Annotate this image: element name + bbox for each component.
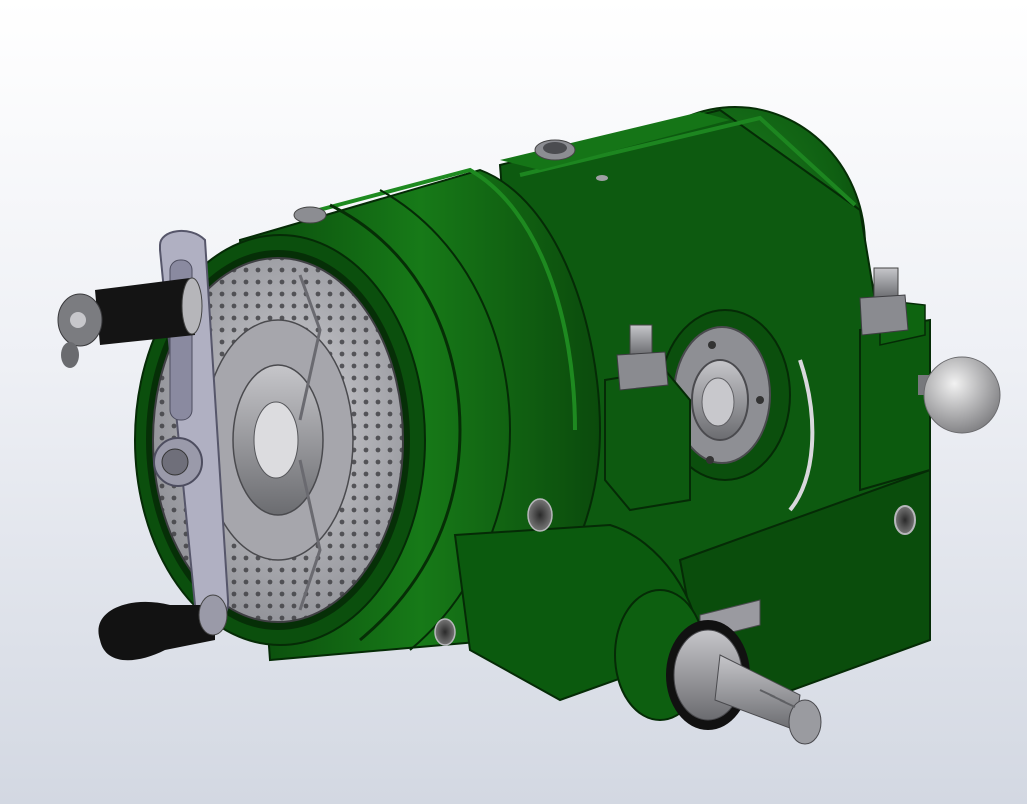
lower-crank-handle[interactable]	[98, 594, 228, 661]
dividing-head-model-icon[interactable]	[0, 0, 1027, 804]
cad-viewport[interactable]	[0, 0, 1027, 804]
